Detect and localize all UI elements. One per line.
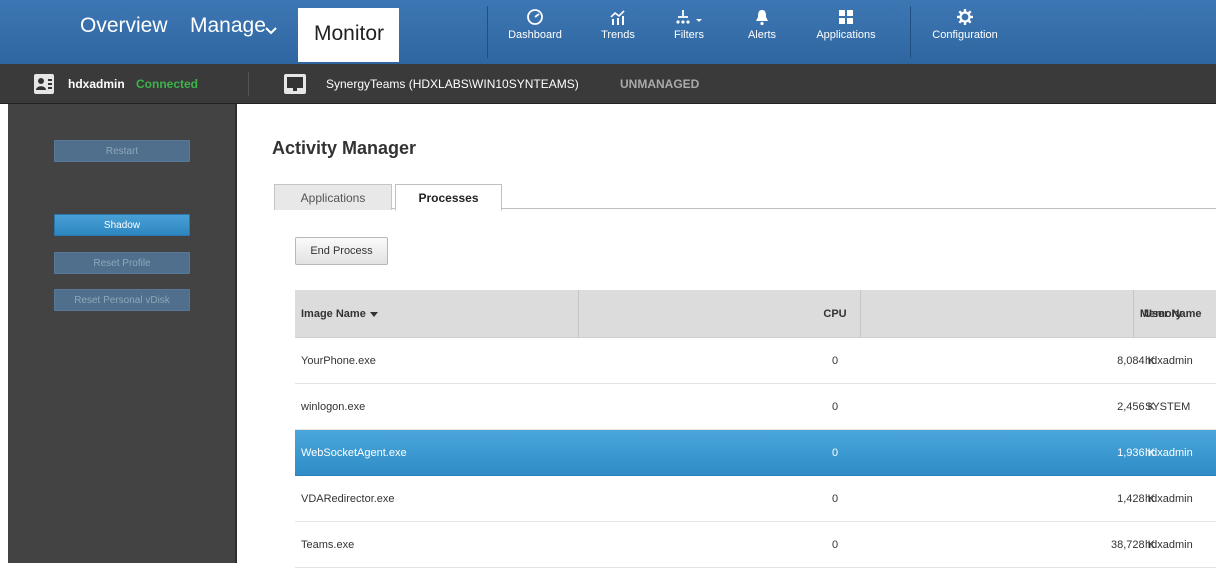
cell-cpu: 0: [831, 401, 839, 413]
cell-cpu: 0: [831, 447, 839, 459]
trends-chart-icon: [610, 10, 625, 25]
dashboard-label: Dashboard: [508, 29, 562, 41]
cell-user-name: hdxadmin: [1145, 539, 1193, 551]
table-row[interactable]: YourPhone.exe 0 8,084 K hdxadmin: [295, 338, 1216, 384]
column-header-cpu[interactable]: CPU: [815, 290, 855, 338]
dashboard-button[interactable]: Dashboard: [506, 8, 564, 41]
user-name: hdxadmin: [68, 77, 125, 91]
cell-image-name: Teams.exe: [301, 539, 355, 551]
table-header: Image Name CPU Memory User Name: [295, 290, 1216, 338]
table-row[interactable]: winlogon.exe 0 2,456 K SYSTEM: [295, 384, 1216, 430]
tab-applications[interactable]: Applications: [274, 184, 392, 210]
filters-label: Filters: [674, 29, 704, 41]
reset-personal-vdisk-button[interactable]: Reset Personal vDisk: [54, 289, 190, 311]
status-divider: [248, 72, 249, 96]
nav-divider: [487, 6, 488, 58]
machine-name: SynergyTeams (HDXLABS\WIN10SYNTEAMS): [326, 77, 579, 91]
reset-profile-button[interactable]: Reset Profile: [54, 252, 190, 274]
cell-image-name: YourPhone.exe: [301, 355, 376, 367]
column-header-label: Image Name: [301, 308, 366, 320]
applications-label: Applications: [816, 29, 876, 41]
cell-image-name: winlogon.exe: [301, 401, 366, 413]
column-divider[interactable]: [1133, 290, 1134, 338]
top-navigation-bar: Overview Manage Monitor Dashboard Trends…: [0, 0, 1216, 64]
column-header-image-name[interactable]: Image Name: [301, 290, 378, 338]
table-row-selected[interactable]: WebSocketAgent.exe 0 1,936 K hdxadmin: [295, 430, 1216, 476]
session-status-bar: hdxadmin Connected SynergyTeams (HDXLABS…: [0, 64, 1216, 104]
end-process-button[interactable]: End Process: [295, 237, 388, 265]
monitor-icon[interactable]: [284, 74, 306, 94]
nav-tab-manage[interactable]: Manage: [190, 14, 266, 38]
table-row[interactable]: Teams.exe 0 38,728 K hdxadmin: [295, 522, 1216, 568]
page-title: Activity Manager: [272, 138, 417, 158]
machine-state-badge: UNMANAGED: [620, 77, 700, 91]
alerts-label: Alerts: [747, 29, 777, 41]
connection-status: Connected: [136, 77, 199, 91]
action-sidebar: Restart Shadow Reset Profile Reset Perso…: [8, 104, 237, 563]
configuration-label: Configuration: [932, 29, 998, 41]
chevron-down-icon[interactable]: [264, 24, 278, 38]
nav-tab-monitor[interactable]: Monitor: [298, 8, 399, 62]
cell-cpu: 0: [831, 355, 839, 367]
column-divider[interactable]: [578, 290, 579, 338]
cell-image-name: VDARedirector.exe: [301, 493, 395, 505]
process-table: Image Name CPU Memory User Name YourPhon…: [295, 290, 1216, 568]
bell-icon: [756, 10, 768, 26]
configuration-button[interactable]: Configuration: [922, 8, 1008, 41]
sort-descending-icon: [369, 311, 378, 317]
cell-memory: 38,728 K: [1110, 539, 1155, 551]
cell-memory: 1,936 K: [1117, 447, 1155, 459]
filters-icon: [676, 10, 702, 24]
cell-user-name: SYSTEM: [1145, 401, 1191, 413]
activity-manager-panel: Activity Manager Applications Processes …: [240, 104, 1216, 568]
cell-image-name: WebSocketAgent.exe: [301, 447, 407, 459]
nav-divider: [910, 6, 911, 58]
grid-icon: [839, 10, 853, 24]
shadow-button[interactable]: Shadow: [54, 214, 190, 236]
cell-user-name: hdxadmin: [1145, 447, 1193, 459]
table-row[interactable]: VDARedirector.exe 0 1,428 K hdxadmin: [295, 476, 1216, 522]
cell-user-name: hdxadmin: [1145, 493, 1193, 505]
tab-processes[interactable]: Processes: [395, 184, 502, 211]
filters-button[interactable]: Filters: [664, 8, 714, 41]
user-card-icon[interactable]: [34, 74, 54, 94]
alerts-button[interactable]: Alerts: [742, 8, 782, 41]
cell-memory: 1,428 K: [1117, 493, 1155, 505]
cell-user-name: hdxadmin: [1145, 355, 1193, 367]
applications-button[interactable]: Applications: [806, 8, 886, 41]
cell-memory: 2,456 K: [1117, 401, 1155, 413]
trends-label: Trends: [601, 29, 635, 41]
cell-cpu: 0: [831, 539, 839, 551]
dashboard-gauge-icon: [527, 9, 543, 25]
nav-tab-overview[interactable]: Overview: [80, 14, 168, 38]
trends-button[interactable]: Trends: [598, 8, 638, 41]
restart-button[interactable]: Restart: [54, 140, 190, 162]
gear-icon: [957, 9, 973, 25]
column-header-user-name[interactable]: User Name: [1144, 290, 1201, 338]
cell-memory: 8,084 K: [1117, 355, 1155, 367]
cell-cpu: 0: [831, 493, 839, 505]
column-divider[interactable]: [860, 290, 861, 338]
